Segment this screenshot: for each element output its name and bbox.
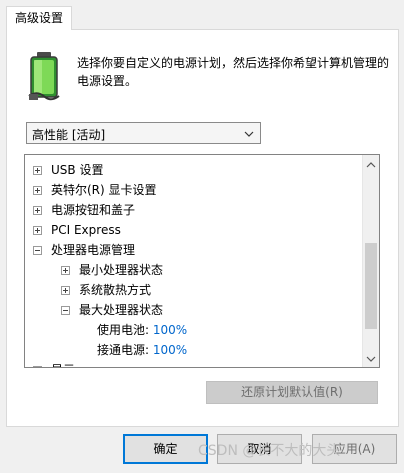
expand-icon[interactable] [33,206,42,215]
restore-defaults-button[interactable]: 还原计划默认值(R) [206,381,378,404]
collapse-icon[interactable] [33,246,42,255]
vertical-scrollbar[interactable] [362,155,379,367]
expand-icon[interactable] [33,186,42,195]
on-battery-label: 使用电池: [97,323,150,337]
on-battery-value[interactable]: 100% [153,323,187,337]
expand-icon[interactable] [33,366,42,367]
power-plan-value: 高性能 [活动] [32,128,106,142]
plugged-in-value[interactable]: 100% [153,343,187,357]
settings-tree[interactable]: USB 设置 英特尔(R) 显卡设置 电源按钮和盖子 PCI Express 处… [24,154,380,368]
ok-button[interactable]: 确定 [123,434,208,464]
expand-icon[interactable] [61,266,70,275]
description-text: 选择你要自定义的电源计划，然后选择你希望计算机管理的电源设置。 [77,56,390,88]
expand-icon[interactable] [33,226,42,235]
tree-item-on-battery[interactable]: 使用电池: 100% [97,320,187,340]
tab-advanced-settings[interactable]: 高级设置 [6,6,72,30]
chevron-up-icon[interactable] [366,159,376,169]
scrollbar-thumb[interactable] [365,243,377,329]
tree-item-plugged-in[interactable]: 接通电源: 100% [97,340,187,360]
expand-icon[interactable] [61,286,70,295]
expand-icon[interactable] [33,166,42,175]
power-plan-select[interactable]: 高性能 [活动] [26,122,261,144]
chevron-down-icon [244,128,254,138]
settings-panel: 选择你要自定义的电源计划，然后选择你希望计算机管理的电源设置。 高性能 [活动]… [6,29,399,427]
chevron-down-icon[interactable] [366,353,376,363]
plugged-in-label: 接通电源: [97,343,150,357]
tab-label: 高级设置 [14,11,63,25]
collapse-icon[interactable] [61,306,70,315]
power-battery-icon [27,50,63,102]
watermark-text: CSDN @长不大的大头 [198,443,341,459]
